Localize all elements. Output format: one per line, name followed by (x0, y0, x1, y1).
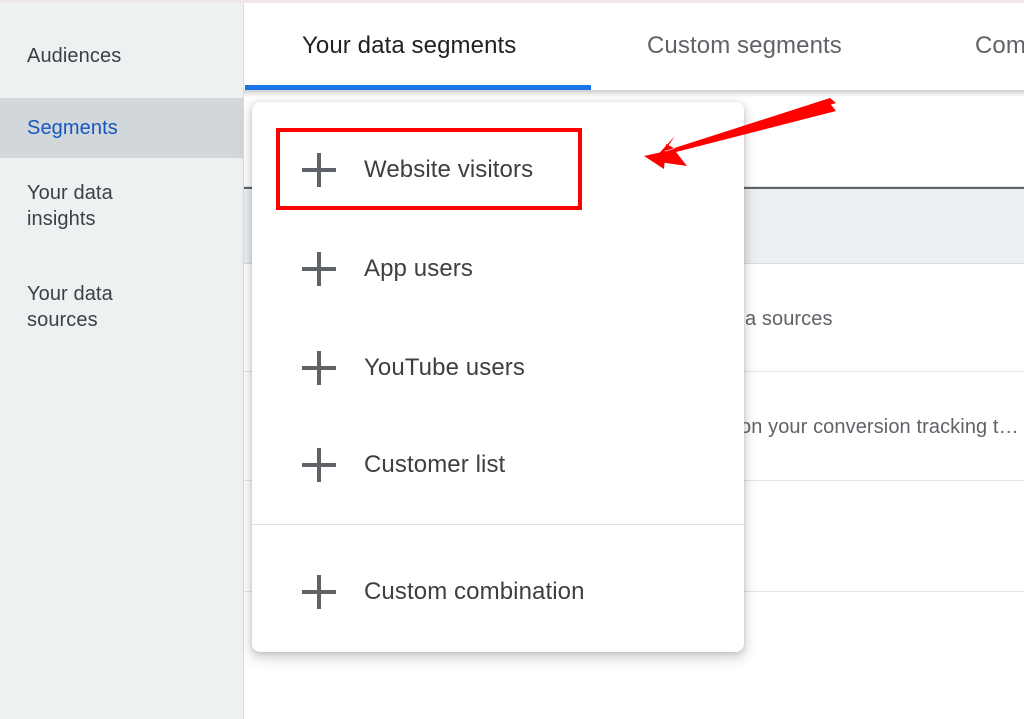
table-cell-partial-text: a sources (745, 308, 833, 331)
menu-divider (252, 524, 744, 525)
menu-item-label: Customer list (364, 451, 505, 479)
table-cell-partial-text: on your conversion tracking t… (740, 416, 1019, 439)
tab-your-data-segments[interactable]: Your data segments (302, 3, 516, 89)
plus-icon (302, 252, 336, 286)
plus-icon (302, 351, 336, 385)
menu-item-app-users[interactable]: App users (252, 219, 744, 318)
sidebar-item-your-data-sources[interactable]: Your data sources (0, 279, 243, 339)
sidebar-item-segments[interactable]: Segments (0, 98, 243, 158)
sidebar-item-your-data-insights[interactable]: Your data insights (0, 178, 243, 238)
sidebar-item-audiences[interactable]: Audiences (0, 31, 243, 81)
plus-icon (302, 153, 336, 187)
top-hairline (0, 0, 1024, 3)
menu-item-label: Custom combination (364, 578, 585, 606)
sidebar-item-label-line1: Your data (27, 180, 243, 206)
plus-icon (302, 448, 336, 482)
tab-label: Your data segments (302, 32, 516, 60)
sidebar-item-label-line2: insights (27, 206, 243, 232)
menu-item-label: App users (364, 255, 473, 283)
plus-icon (302, 575, 336, 609)
create-segment-menu[interactable]: Website visitors App users YouTube users… (252, 102, 744, 652)
menu-item-customer-list[interactable]: Customer list (252, 415, 744, 514)
sidebar-item-label-line1: Your data (27, 281, 243, 307)
tab-combined-segments[interactable]: Com (975, 3, 1024, 89)
menu-item-custom-combination[interactable]: Custom combination (252, 542, 744, 641)
menu-item-label: Website visitors (364, 156, 533, 184)
menu-item-youtube-users[interactable]: YouTube users (252, 318, 744, 417)
tab-label: Com (975, 32, 1024, 60)
sidebar-item-label-line2: sources (27, 307, 243, 333)
tab-custom-segments[interactable]: Custom segments (647, 3, 842, 89)
sidebar-item-label: Segments (27, 115, 118, 141)
left-sidebar: Audiences Segments Your data insights Yo… (0, 3, 244, 719)
sidebar-item-label: Audiences (27, 43, 121, 69)
menu-item-website-visitors[interactable]: Website visitors (252, 120, 744, 219)
tab-bar: Your data segments Custom segments Com (244, 3, 1024, 89)
tab-bar-shadow (244, 90, 1024, 97)
menu-item-label: YouTube users (364, 354, 525, 382)
tab-label: Custom segments (647, 32, 842, 60)
